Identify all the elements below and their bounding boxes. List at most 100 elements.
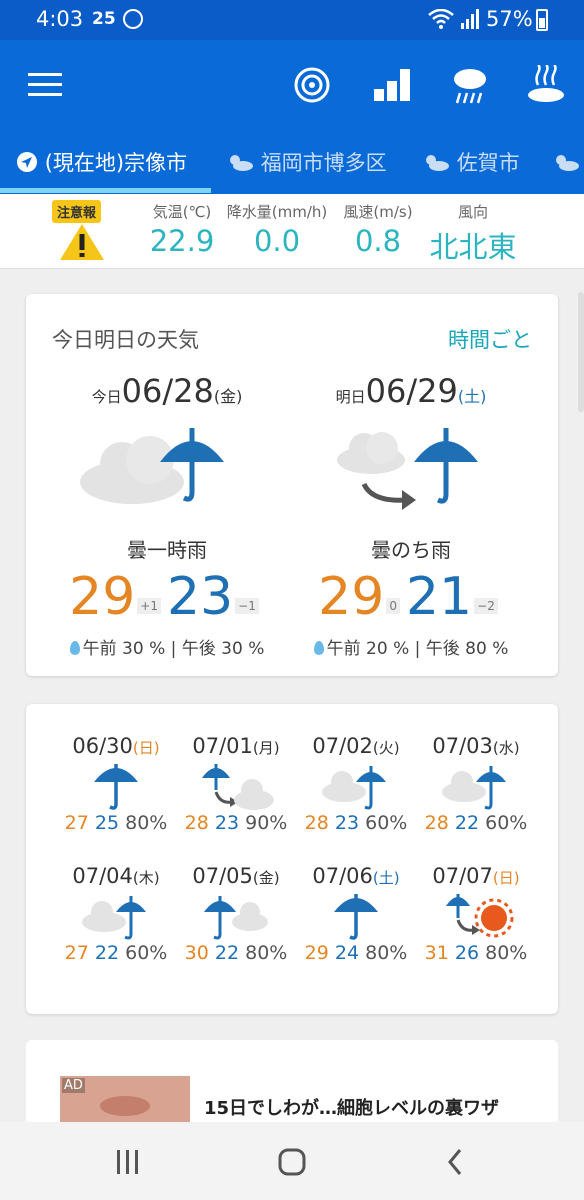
tab-fukuoka-hakata[interactable]: 福岡市博多区 [226,140,387,194]
weekly-date: 07/07 [432,864,493,888]
ad-tag: AD [62,1078,85,1093]
home-icon[interactable] [272,1144,312,1180]
weekly-weekday: (月) [252,739,280,757]
weather-description: 曇一時雨 [127,538,207,562]
day-date: 06/29 [365,372,458,410]
weekly-date: 07/03 [432,734,493,758]
partly-cloudy-icon [230,155,253,171]
back-icon[interactable] [436,1144,476,1180]
weekly-day[interactable]: 07/04(木) 27 22 60% [56,864,176,964]
weekly-day[interactable]: 06/30(日) 27 25 80% [56,734,176,834]
ad-card[interactable]: AD 15日でしわが…細胞レベルの裏ワザ [26,1040,558,1130]
status-temp-badge: 25 [92,9,116,29]
weekly-day[interactable]: 07/02(火) 28 23 60% [296,734,416,834]
weekly-high: 29 [304,942,329,964]
weekly-day[interactable]: 07/03(水) 28 22 60% [416,734,536,834]
rain-then-sun-icon [446,894,514,938]
weekly-low: 23 [334,812,360,834]
low-temp-diff: −1 [235,598,259,614]
weekly-date: 07/04 [72,864,133,888]
onsen-icon[interactable] [526,65,566,105]
typhoon-icon[interactable] [292,65,332,105]
high-temp: 29 [318,567,385,627]
low-temp: 21 [405,567,473,627]
today-tomorrow-card: 今日明日の天気 時間ごと 今日06/28(金) 曇一時雨 29 +1 23 −1 午前… [26,294,558,676]
raindrop-icon [313,641,324,655]
scrollbar[interactable] [578,292,584,412]
hourly-link[interactable]: 時間ごと [448,324,532,354]
app-bar [0,40,584,140]
weekly-pop: 80% [125,812,168,834]
wifi-icon [428,9,454,29]
high-temp-diff: 0 [386,598,400,614]
ad-title[interactable]: 15日でしわが…細胞レベルの裏ワザ [204,1094,499,1120]
weekly-day[interactable]: 07/07(日) 31 26 80% [416,864,536,964]
weekly-weekday: (土) [372,869,400,887]
ranking-icon[interactable] [372,65,412,105]
tab-next-location[interactable] [552,140,580,194]
weekly-date: 07/02 [312,734,373,758]
weekly-pop: 80% [245,942,288,964]
card-title: 今日明日の天気 [52,328,199,352]
weekly-high: 30 [184,942,209,964]
wind-speed-label: 風速(m/s) [343,203,413,221]
precip-probability: 午前 30 % | 午後 30 % [82,639,265,659]
system-nav-bar [0,1122,584,1200]
partly-cloudy-icon [426,155,449,171]
weekly-day[interactable]: 07/01(月) 28 23 90% [176,734,296,834]
recent-apps-icon[interactable] [108,1144,148,1180]
day-weekday: (土) [457,387,487,406]
rain-cloud-icon[interactable] [450,65,490,105]
weekly-low: 23 [214,812,240,834]
tab-saga[interactable]: 佐賀市 [422,140,520,194]
warning-icon[interactable] [58,222,106,262]
status-bar: 4:03 25 57% [0,0,584,40]
weekly-pop: 80% [365,942,408,964]
temperature-label: 気温(℃) [152,203,212,221]
wind-direction-value: 北北東 [429,230,517,264]
tab-current-location[interactable]: (現在地)宗像市 [16,140,187,194]
rain-cloud-icon [204,896,268,940]
weekly-pop: 80% [485,942,528,964]
weekly-high: 28 [304,812,329,834]
today-forecast[interactable]: 今日06/28(金) 曇一時雨 29 +1 23 −1 午前 30 % | 午後 30… [52,372,282,672]
weekly-weekday: (木) [132,869,160,887]
signal-icon [461,9,479,29]
active-tab-indicator [0,188,211,193]
cloud-rain-icon [82,896,146,940]
warning-badge[interactable]: 注意報 [52,200,102,223]
wind-direction-label: 風向 [457,203,488,221]
location-arrow-icon [17,152,37,172]
tomorrow-forecast[interactable]: 明日06/29(土) 曇のち雨 29 0 21 −2 午前 20 % | 午後 80 … [296,372,526,672]
temperature-value: 22.9 [149,224,215,258]
weekly-day[interactable]: 07/06(土) 29 24 80% [296,864,416,964]
day-prefix: 今日 [91,388,122,406]
precipitation-value: 0.0 [253,224,301,258]
messenger-icon [123,9,143,29]
weekly-date: 07/01 [192,734,253,758]
weekly-pop: 60% [365,812,408,834]
weekly-weekday: (日) [132,739,160,757]
weekly-pop: 60% [485,812,528,834]
day-prefix: 明日 [335,388,366,406]
weekly-low: 25 [94,812,120,834]
weekly-weekday: (金) [252,869,280,887]
umbrella-icon [94,764,138,810]
low-temp: 23 [167,567,234,627]
cloud-rain-icon [322,766,386,810]
weekly-day[interactable]: 07/05(金) 30 22 80% [176,864,296,964]
weekly-low: 22 [454,812,480,834]
hamburger-menu-icon[interactable] [28,73,62,97]
cloud-then-rain-icon [337,428,478,510]
observation-strip: 注意報 気温(℃) 22.9 降水量(mm/h) 0.0 風速(m/s) 0.8… [0,194,584,269]
weekly-date: 07/06 [312,864,373,888]
weekly-low: 22 [94,942,120,964]
day-weekday: (金) [213,387,243,406]
weekly-weekday: (火) [372,739,400,757]
battery-icon [536,9,548,31]
location-tabs: (現在地)宗像市 福岡市博多区 佐賀市 [0,140,584,194]
weekly-weekday: (水) [492,739,520,757]
umbrella-icon [334,894,378,940]
battery-percent: 57% [486,7,533,31]
weekly-high: 27 [64,942,89,964]
